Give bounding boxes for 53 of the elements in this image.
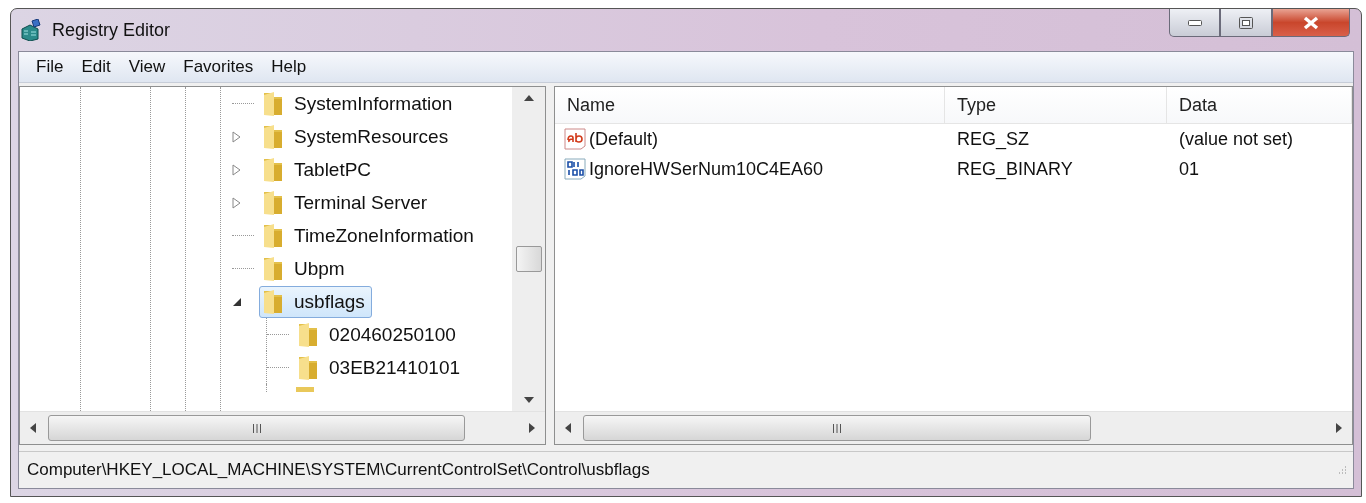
expand-arrow-icon[interactable] (232, 130, 241, 143)
expand-arrow-icon[interactable] (232, 163, 241, 176)
maximize-button[interactable] (1220, 9, 1272, 37)
scroll-right-icon[interactable] (529, 423, 535, 433)
close-button[interactable] (1272, 9, 1350, 37)
tree-item[interactable]: usbflags (259, 285, 372, 318)
tree-item[interactable]: 03EB21410101 (294, 351, 467, 384)
menu-item[interactable]: Favorites (174, 57, 263, 77)
string-value-icon (563, 127, 587, 151)
scroll-right-icon[interactable] (1336, 423, 1342, 433)
scroll-thumb[interactable] (48, 415, 465, 441)
cubes-icon (20, 19, 42, 41)
scroll-left-icon[interactable] (30, 423, 36, 433)
menu-item[interactable]: Edit (72, 57, 120, 77)
maximize-icon (1239, 16, 1253, 29)
tree-item[interactable]: SystemInformation (259, 87, 460, 120)
minimize-button[interactable] (1169, 9, 1220, 37)
menu-item[interactable]: File (27, 57, 73, 77)
scroll-down-icon[interactable] (523, 397, 534, 403)
resize-grip-icon[interactable] (1337, 465, 1347, 475)
close-icon (1303, 15, 1319, 30)
tree-item[interactable]: Ubpm (259, 252, 352, 285)
tree-item[interactable]: TimeZoneInformation (259, 219, 481, 252)
tree-item[interactable]: TabletPC (259, 153, 379, 186)
value-data: 01 (1178, 158, 1201, 180)
value-type: REG_BINARY (956, 158, 1074, 180)
binary-value-icon (563, 157, 587, 181)
tree-item[interactable]: Terminal Server (259, 186, 435, 219)
expand-arrow-icon[interactable] (232, 196, 241, 209)
column-header[interactable]: Data (1167, 87, 1352, 123)
scrollbar[interactable] (555, 411, 1352, 444)
column-header[interactable]: Name (555, 87, 945, 123)
menu-item[interactable]: View (119, 57, 175, 77)
grip-icon (832, 423, 842, 433)
scroll-up-icon[interactable] (523, 95, 534, 101)
grip-icon (251, 423, 262, 433)
scroll-left-icon[interactable] (565, 423, 571, 433)
tree-item[interactable]: 020460250100 (294, 318, 463, 351)
scroll-thumb[interactable] (515, 246, 542, 272)
scroll-thumb[interactable] (583, 415, 1091, 441)
minimize-icon (1187, 19, 1202, 26)
value-name[interactable]: (Default) (589, 128, 659, 150)
scrollbar[interactable] (512, 87, 545, 411)
value-data: (value not set) (1178, 128, 1295, 150)
tree-item[interactable]: SystemResources (259, 120, 456, 153)
window-title: Registry Editor (52, 19, 171, 41)
key-path: Computer\HKEY_LOCAL_MACHINE\SYSTEM\CurrentControlSet\Control\usbflags (27, 460, 650, 480)
menu-item[interactable]: Help (262, 57, 316, 77)
value-name[interactable]: IgnoreHWSerNum10C4EA60 (589, 158, 824, 180)
column-header[interactable]: Type (945, 87, 1167, 123)
scrollbar[interactable] (20, 411, 545, 444)
value-type: REG_SZ (956, 128, 1031, 150)
collapse-arrow-icon[interactable] (232, 296, 242, 307)
